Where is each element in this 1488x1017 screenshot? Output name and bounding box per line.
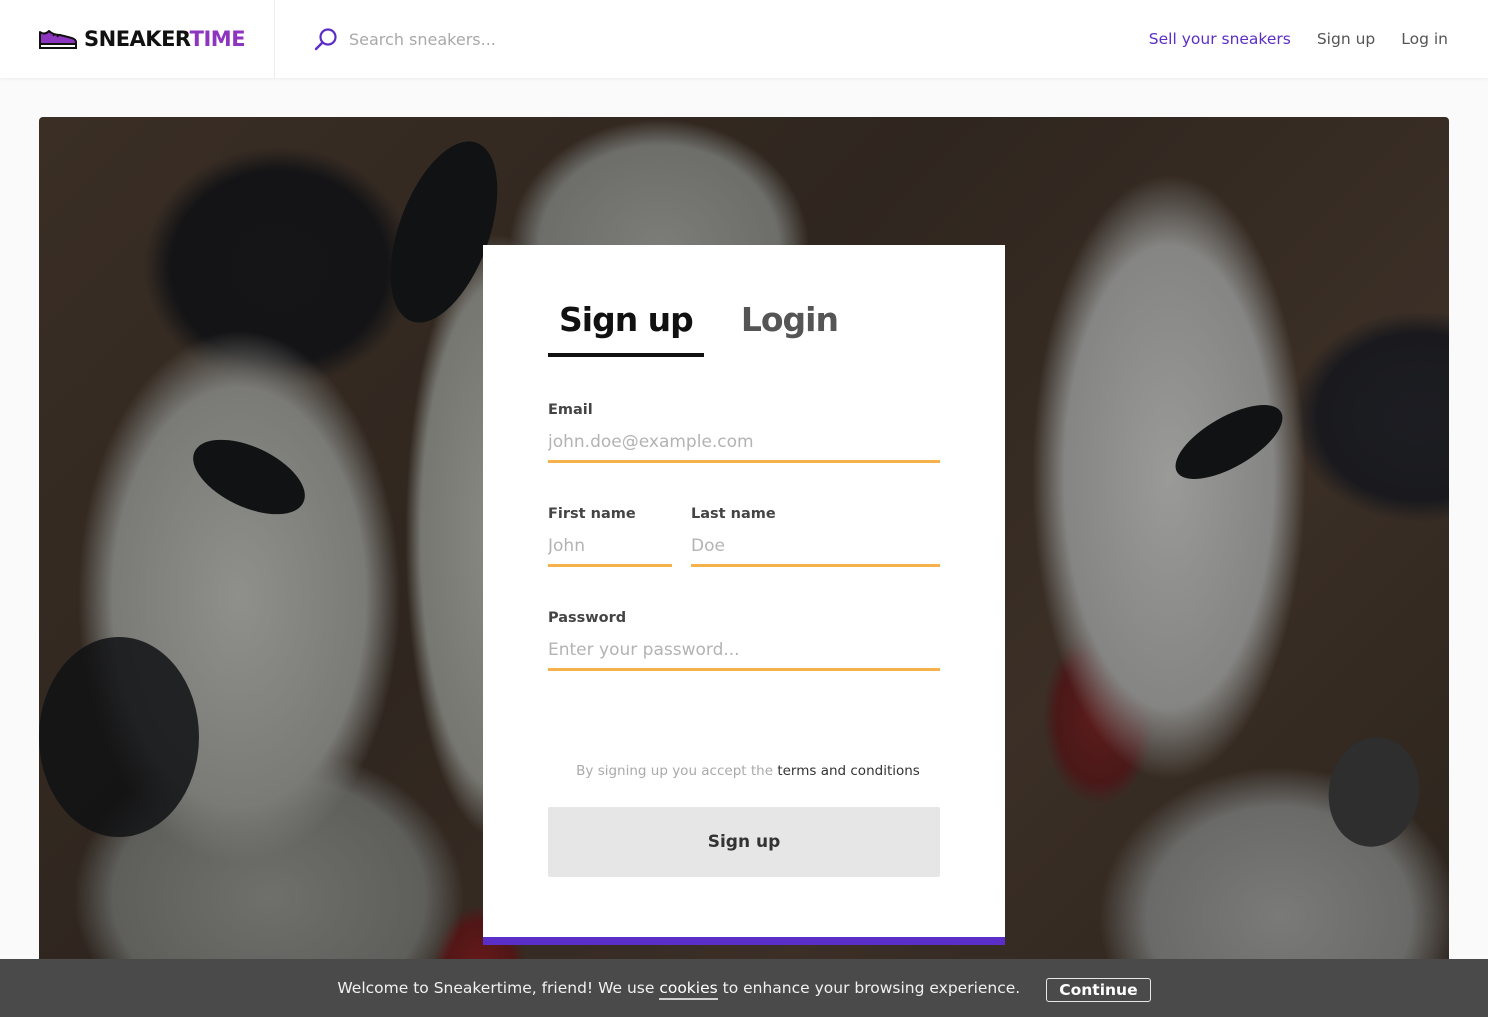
- sell-sneakers-link[interactable]: Sell your sneakers: [1149, 30, 1291, 48]
- last-name-label: Last name: [691, 506, 776, 522]
- search-icon[interactable]: [313, 26, 339, 52]
- signup-submit-button[interactable]: Sign up: [548, 807, 940, 877]
- logo-text-time: TIME: [189, 26, 246, 51]
- first-name-input[interactable]: [548, 536, 672, 567]
- email-input[interactable]: [548, 432, 940, 463]
- sneaker-swoosh-shape: [1164, 390, 1294, 494]
- cookie-text-after: to enhance your browsing experience.: [717, 979, 1021, 997]
- password-input[interactable]: [548, 640, 940, 671]
- login-link[interactable]: Log in: [1401, 30, 1448, 48]
- terms-notice: By signing up you accept the terms and c…: [483, 763, 1005, 779]
- password-label: Password: [548, 610, 627, 626]
- logo[interactable]: SNEAKERTIME: [0, 0, 275, 78]
- terms-link[interactable]: terms and conditions: [777, 763, 920, 779]
- terms-prefix: By signing up you accept the: [576, 763, 778, 779]
- tab-signup[interactable]: Sign up: [548, 300, 704, 357]
- password-field-group: Password: [548, 610, 940, 671]
- sneaker-swoosh-shape: [1320, 730, 1428, 854]
- logo-text-sneaker: SNEAKER: [84, 26, 190, 51]
- email-field-group: Email: [548, 402, 940, 463]
- tab-login[interactable]: Login: [730, 300, 849, 357]
- last-name-field-group: Last name: [691, 506, 940, 567]
- sneaker-swoosh-shape: [181, 424, 317, 530]
- first-name-field-group: First name: [548, 506, 672, 567]
- cookie-text-before: Welcome to Sneakertime, friend! We use: [337, 979, 660, 997]
- auth-tabs: Sign up Login: [548, 300, 875, 357]
- top-header: SNEAKERTIME Sell your sneakers Sign up L…: [0, 0, 1488, 78]
- cookie-banner: Welcome to Sneakertime, friend! We use c…: [0, 959, 1488, 1017]
- search-bar: [313, 26, 1123, 52]
- signup-card: Sign up Login Email First name Last name…: [483, 245, 1005, 945]
- cookie-message: Welcome to Sneakertime, friend! We use c…: [337, 979, 1021, 1000]
- email-label: Email: [548, 402, 593, 418]
- last-name-input[interactable]: [691, 536, 940, 567]
- search-input[interactable]: [349, 29, 749, 49]
- logo-text: SNEAKERTIME: [84, 26, 246, 51]
- sneaker-icon: [39, 30, 77, 49]
- first-name-label: First name: [548, 506, 636, 522]
- signup-link[interactable]: Sign up: [1317, 30, 1375, 48]
- cookies-link[interactable]: cookies: [659, 979, 718, 1000]
- top-nav: Sell your sneakers Sign up Log in: [1123, 30, 1488, 48]
- sneaker-swoosh-shape: [39, 637, 199, 837]
- cookie-continue-button[interactable]: Continue: [1046, 978, 1151, 1002]
